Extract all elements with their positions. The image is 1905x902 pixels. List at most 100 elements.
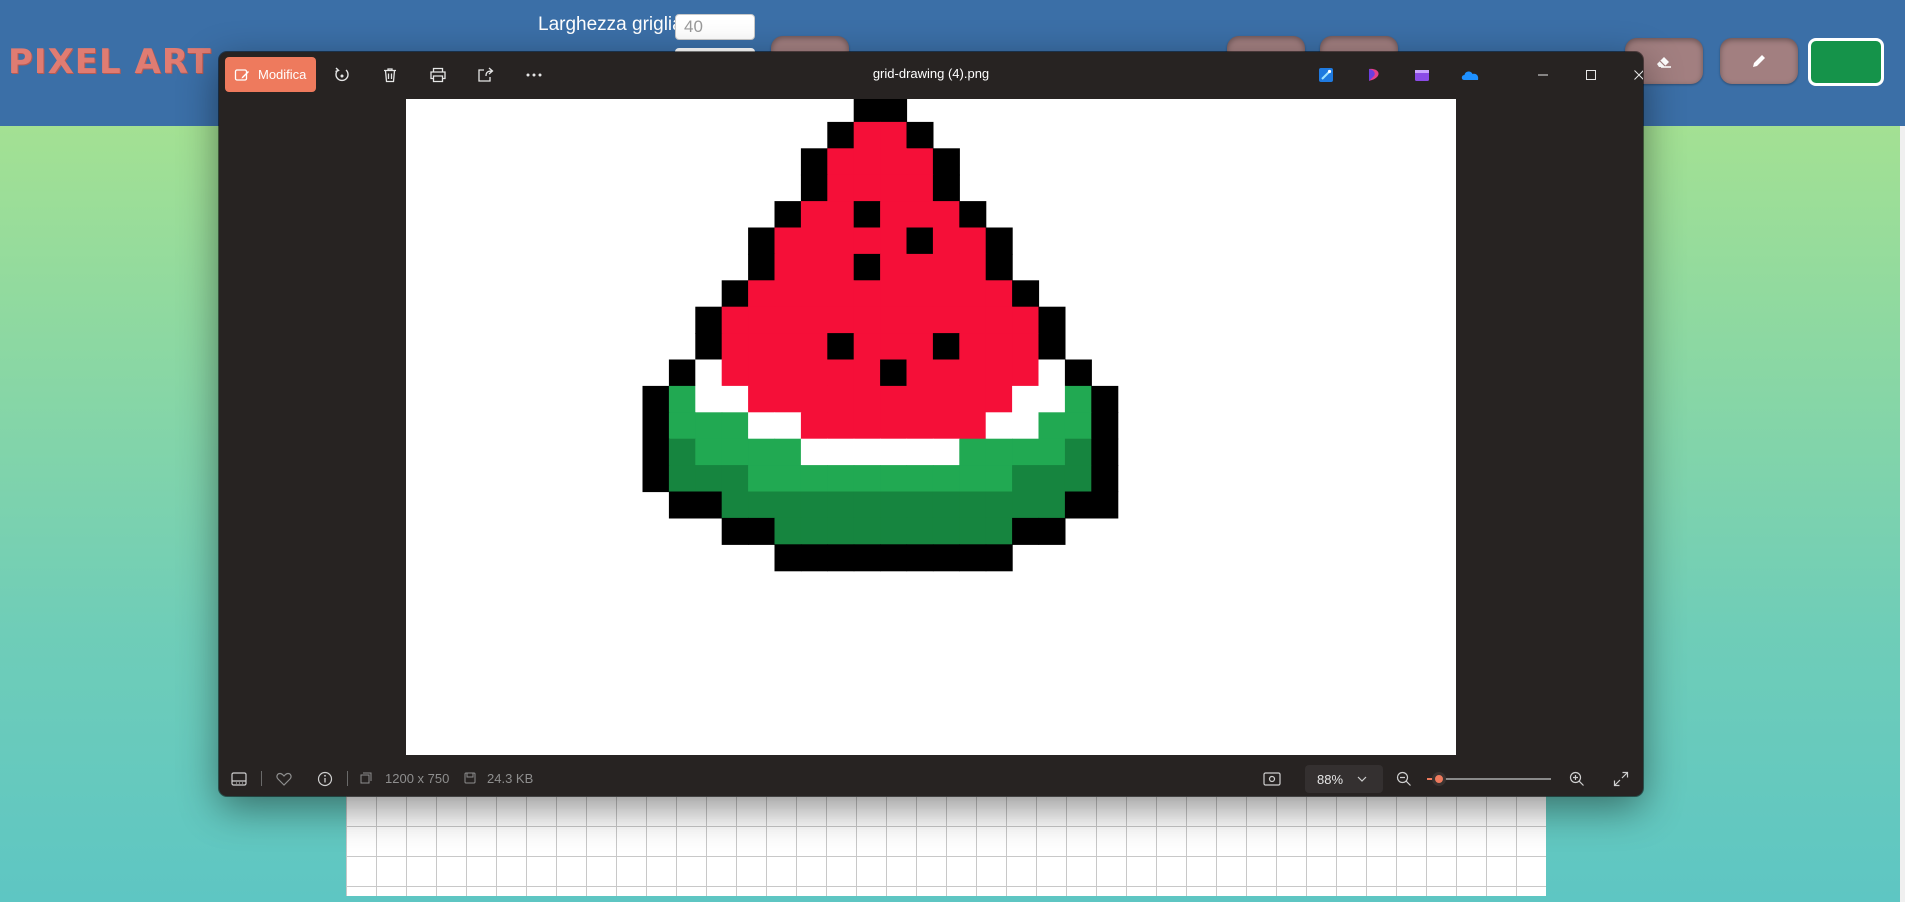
photo-viewer-window: Modifica grid-drawing (4).png 1200 x 750…	[219, 52, 1643, 796]
pixel	[668, 412, 696, 440]
pixel	[959, 201, 987, 229]
pixel	[827, 253, 855, 281]
fullscreen-icon	[1613, 771, 1629, 787]
pixel	[880, 148, 908, 176]
zoom-level: 88%	[1317, 771, 1344, 787]
pixel	[906, 253, 934, 281]
pixel	[1038, 491, 1066, 519]
viewer-statusbar: 1200 x 750 24.3 KB 88%	[219, 760, 1643, 796]
maximize-button[interactable]	[1571, 60, 1611, 90]
viewer-titlebar: Modifica grid-drawing (4).png	[219, 52, 1643, 98]
pixel	[959, 465, 987, 493]
pixel	[1012, 517, 1040, 545]
pixel	[932, 438, 960, 466]
fullscreen-button[interactable]	[1610, 768, 1632, 790]
pixel	[906, 359, 934, 387]
pixel	[695, 359, 723, 387]
pixel	[1038, 412, 1066, 440]
pixel	[932, 412, 960, 440]
pixel	[774, 333, 802, 361]
zoom-slider-thumb[interactable]	[1432, 772, 1447, 786]
pixel	[800, 465, 828, 493]
pixel	[800, 227, 828, 255]
pixel	[985, 412, 1013, 440]
pixel	[932, 227, 960, 255]
pixel	[1038, 385, 1066, 413]
grid-width-label: Larghezza griglia	[538, 14, 683, 35]
pixel	[985, 359, 1013, 387]
filmstrip-button[interactable]	[228, 768, 250, 790]
zoom-slider[interactable]	[1427, 772, 1551, 786]
pixel	[959, 412, 987, 440]
pixel	[880, 359, 908, 387]
pixel	[959, 306, 987, 334]
pixel	[748, 280, 776, 308]
pixel	[800, 438, 828, 466]
close-button[interactable]	[1619, 60, 1643, 90]
pixel	[827, 438, 855, 466]
pixel	[668, 465, 696, 493]
pixel	[642, 412, 670, 440]
pixel	[827, 412, 855, 440]
pixel	[959, 491, 987, 519]
pencil-button[interactable]	[1720, 38, 1798, 84]
pixel	[774, 359, 802, 387]
pixel	[932, 465, 960, 493]
pixel	[827, 227, 855, 255]
pixel	[853, 121, 881, 149]
pixel	[959, 517, 987, 545]
pencil-icon	[1753, 55, 1765, 67]
separator	[347, 771, 348, 786]
pixel	[668, 491, 696, 519]
designer-button[interactable]	[1311, 60, 1341, 90]
designer-icon	[1319, 68, 1333, 82]
pixel	[1038, 306, 1066, 334]
pixel	[1091, 491, 1119, 519]
actual-size-button[interactable]	[1261, 768, 1283, 790]
drawing-grid[interactable]	[346, 796, 1546, 896]
pixel	[827, 174, 855, 202]
pixel	[932, 253, 960, 281]
pixel	[853, 491, 881, 519]
page-scrollbar[interactable]	[1900, 126, 1905, 902]
pixel	[1091, 465, 1119, 493]
video-editor-button[interactable]	[1407, 60, 1437, 90]
heart-icon	[276, 772, 292, 786]
pixel	[959, 438, 987, 466]
image-dimensions: 1200 x 750	[385, 771, 450, 786]
pixel	[827, 306, 855, 334]
pixel	[748, 333, 776, 361]
pixel	[748, 306, 776, 334]
image-canvas[interactable]	[406, 99, 1456, 755]
pixel	[800, 385, 828, 413]
info-button[interactable]	[314, 768, 336, 790]
pixel	[695, 333, 723, 361]
pixel	[959, 544, 987, 572]
pixel	[906, 491, 934, 519]
minimize-button[interactable]	[1523, 60, 1563, 90]
onedrive-button[interactable]	[1455, 60, 1485, 90]
pixel	[774, 227, 802, 255]
color-picker[interactable]	[1808, 38, 1884, 86]
favorite-button[interactable]	[273, 768, 295, 790]
zoom-in-icon	[1569, 771, 1584, 786]
pixel	[721, 359, 749, 387]
app-logo: PIXEL ART	[8, 42, 212, 82]
pixel	[906, 121, 934, 149]
zoom-out-button[interactable]	[1393, 768, 1415, 790]
zoom-in-button[interactable]	[1566, 768, 1588, 790]
clipchamp-button[interactable]	[1359, 60, 1389, 90]
pixel	[985, 491, 1013, 519]
pixel	[932, 544, 960, 572]
pixel	[800, 544, 828, 572]
pixel	[985, 385, 1013, 413]
pixel	[853, 201, 881, 229]
pixel	[932, 280, 960, 308]
pixel	[695, 412, 723, 440]
pixel	[827, 517, 855, 545]
zoom-level-dropdown[interactable]: 88%	[1305, 765, 1383, 793]
pixel	[880, 227, 908, 255]
pixel	[959, 227, 987, 255]
grid-width-input[interactable]: 40	[675, 14, 755, 40]
pixel	[827, 491, 855, 519]
